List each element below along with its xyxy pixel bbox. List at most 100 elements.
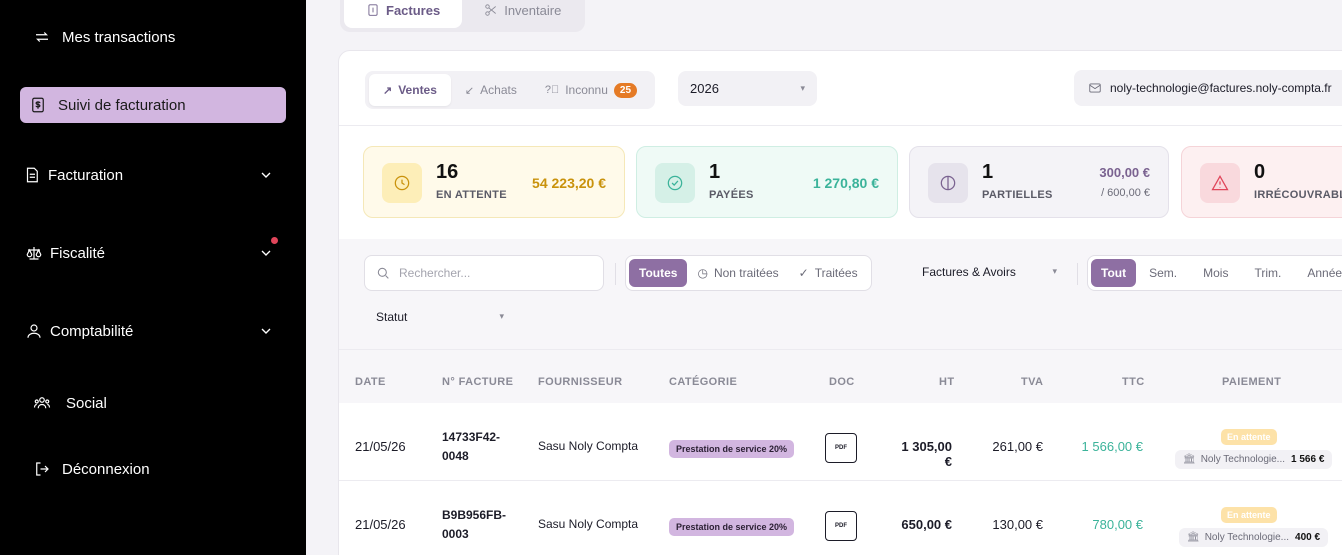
users-icon xyxy=(32,393,52,413)
mail-icon xyxy=(1089,83,1101,93)
cell-invoice-number: 14733F42- xyxy=(442,430,501,444)
cell-ttc: 780,00 € xyxy=(1092,517,1143,532)
sidebar-item-transactions[interactable]: Mes transactions xyxy=(20,19,286,55)
column-header-payment[interactable]: PAIEMENT xyxy=(1222,376,1281,388)
clock-icon xyxy=(382,163,422,203)
chevron-down-icon[interactable] xyxy=(258,323,274,339)
stat-pending[interactable]: 16 EN ATTENTE 54 223,20 € xyxy=(363,146,625,218)
chevron-down-icon[interactable] xyxy=(258,245,274,261)
period-label: Sem. xyxy=(1149,266,1178,280)
filters-bar: Rechercher... Toutes ◷ Non traitées ✓ Trai… xyxy=(339,239,1342,349)
segment-unknown[interactable]: ?⃝ Inconnu 25 xyxy=(531,74,651,106)
table-row[interactable]: 21/05/26 B9B956FB- 0003 Sasu Noly Compta… xyxy=(339,481,1342,555)
scale-icon xyxy=(24,243,44,263)
cell-ttc: 1 566,00 € xyxy=(1081,439,1143,454)
stat-paid[interactable]: 1 PAYÉES 1 270,80 € xyxy=(636,146,898,218)
stat-unrecoverable[interactable]: 0 IRRÉCOUVRABLE xyxy=(1181,146,1342,218)
cell-date: 21/05/26 xyxy=(355,439,406,454)
divider xyxy=(339,125,1342,126)
period-week[interactable]: Sem. xyxy=(1136,259,1190,287)
filter-treated[interactable]: ✓ Traitées xyxy=(789,259,868,287)
sidebar: Mes transactions Suivi de facturation Fa… xyxy=(0,0,306,555)
cell-supplier: Sasu Noly Compta xyxy=(538,517,639,531)
segment-purchases[interactable]: ↙ Achats xyxy=(451,74,531,106)
status-badge: En attente xyxy=(1221,429,1277,445)
bank-chip[interactable]: 🏛 Noly Technologie... 1 566 € xyxy=(1175,450,1333,469)
stat-count: 1 xyxy=(709,161,721,183)
year-select[interactable]: 2026 ▾ xyxy=(678,71,817,106)
question-icon: ?⃝ xyxy=(544,84,560,96)
direction-segment: ↗ Ventes ↙ Achats ?⃝ Inconnu 25 xyxy=(365,71,656,109)
period-year[interactable]: Année xyxy=(1294,259,1342,287)
bank-name: Noly Technologie... xyxy=(1200,454,1286,465)
cell-date: 21/05/26 xyxy=(355,517,406,532)
sidebar-item-label: Facturation xyxy=(48,166,124,184)
stat-partial[interactable]: 1 PARTIELLES 300,00 € / 600,00 € xyxy=(909,146,1169,218)
sidebar-item-label: Social xyxy=(66,394,107,412)
period-month[interactable]: Mois xyxy=(1190,259,1241,287)
cell-ht: 1 305,00 € xyxy=(901,439,952,469)
column-header-supplier[interactable]: FOURNISSEUR xyxy=(538,376,622,388)
sidebar-item-label: Déconnexion xyxy=(62,460,150,478)
column-header-doc[interactable]: DOC xyxy=(829,376,855,388)
sidebar-item-facturation[interactable]: Facturation xyxy=(20,157,286,193)
sidebar-item-comptabilite[interactable]: Comptabilité xyxy=(20,313,286,349)
filter-label: Non traitées xyxy=(713,266,779,280)
sidebar-item-logout[interactable]: Déconnexion xyxy=(20,451,286,487)
invoice-email[interactable]: noly-technologie@factures.noly-compta.fr xyxy=(1074,70,1342,106)
bank-amount: 400 € xyxy=(1295,532,1321,543)
column-header-date[interactable]: DATE xyxy=(355,376,386,388)
segment-sales[interactable]: ↗ Ventes xyxy=(369,74,451,106)
logout-icon xyxy=(32,459,52,479)
transfer-icon xyxy=(32,27,52,47)
sidebar-item-invoice-tracking[interactable]: Suivi de facturation xyxy=(20,87,286,123)
check-circle-icon xyxy=(655,163,695,203)
notification-dot xyxy=(271,237,278,244)
select-value: Factures & Avoirs xyxy=(922,265,1016,279)
pdf-icon[interactable]: PDF xyxy=(825,511,857,541)
arrow-down-left-icon: ↙ xyxy=(464,84,475,97)
filter-untreated[interactable]: ◷ Non traitées xyxy=(687,259,788,287)
column-header-tva[interactable]: TVA xyxy=(1021,376,1043,388)
sidebar-item-label: Mes transactions xyxy=(62,28,176,46)
doc-type-select[interactable]: Factures & Avoirs ▾ xyxy=(922,265,1057,279)
filter-all[interactable]: Toutes xyxy=(629,259,688,287)
stat-amount-total: / 600,00 € xyxy=(1101,187,1150,199)
cell-invoice-number: 0048 xyxy=(442,449,469,463)
filter-label: Toutes xyxy=(639,266,678,280)
column-header-invoice-number[interactable]: N° FACTURE xyxy=(442,376,513,388)
category-pill: Prestation de service 20% xyxy=(669,518,795,536)
table-row[interactable]: 21/05/26 14733F42- 0048 Sasu Noly Compta… xyxy=(339,403,1342,481)
document-icon xyxy=(22,165,42,185)
category-pill: Prestation de service 20% xyxy=(669,440,795,458)
divider xyxy=(1077,263,1078,285)
chevron-down-icon[interactable] xyxy=(258,167,274,183)
status-select[interactable]: Statut ▾ xyxy=(376,310,504,324)
sidebar-item-social[interactable]: Social xyxy=(20,385,286,421)
search-input[interactable]: Rechercher... xyxy=(364,255,604,291)
cell-invoice-number: B9B956FB- xyxy=(442,508,507,522)
status-filter: Toutes ◷ Non traitées ✓ Traitées xyxy=(625,255,872,291)
tab-factures[interactable]: Factures xyxy=(344,0,463,28)
period-all[interactable]: Tout xyxy=(1091,259,1137,287)
sidebar-item-label: Fiscalité xyxy=(50,244,106,262)
period-filter: Tout Sem. Mois Trim. Année xyxy=(1087,255,1342,291)
cell-tva: 261,00 € xyxy=(992,439,1043,454)
tab-label: Factures xyxy=(386,2,441,18)
warning-icon xyxy=(1200,163,1240,203)
column-header-category[interactable]: CATÉGORIE xyxy=(669,376,737,388)
stat-count: 16 xyxy=(436,161,459,183)
period-quarter[interactable]: Trim. xyxy=(1241,259,1294,287)
bank-chip[interactable]: 🏛 Noly Technologie... 400 € xyxy=(1179,528,1329,547)
tab-inventaire[interactable]: Inventaire xyxy=(462,0,583,28)
divider xyxy=(615,263,616,285)
column-header-ht[interactable]: HT xyxy=(939,376,954,388)
search-icon xyxy=(377,267,389,279)
pdf-icon[interactable]: PDF xyxy=(825,433,857,463)
sidebar-item-fiscalite[interactable]: Fiscalité xyxy=(20,235,286,271)
tab-label: Inventaire xyxy=(504,2,562,18)
bank-icon: 🏛 xyxy=(1187,532,1200,543)
status-badge: En attente xyxy=(1221,507,1277,523)
column-header-ttc[interactable]: TTC xyxy=(1122,376,1145,388)
stat-label: PARTIELLES xyxy=(982,189,1053,201)
